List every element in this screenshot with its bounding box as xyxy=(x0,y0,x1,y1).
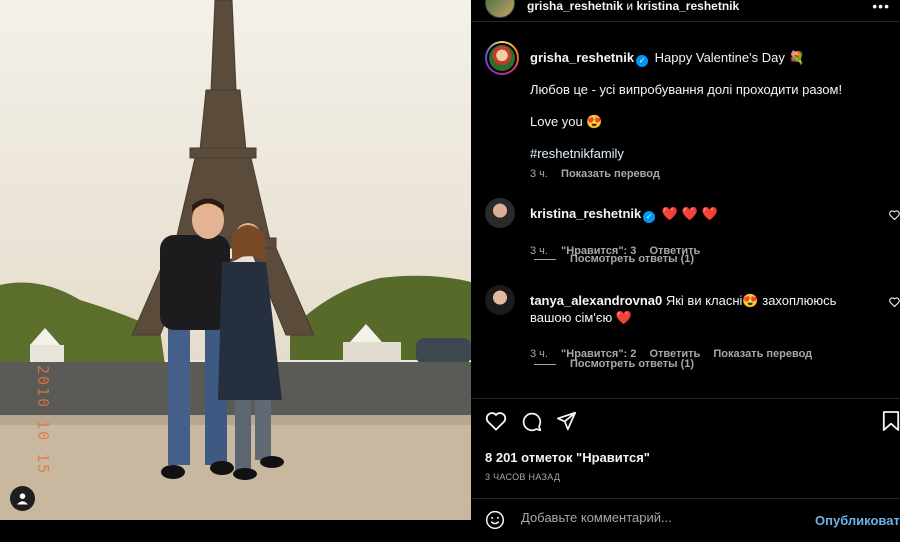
publish-button[interactable]: Опубликовать xyxy=(815,513,900,528)
user-tag-icon xyxy=(16,493,29,505)
view-replies-button[interactable]: Посмотреть ответы (1) xyxy=(534,253,694,265)
post-actions: 8 201 отметок "Нравится" 3 ЧАСОВ НАЗАД О… xyxy=(471,398,900,538)
show-translation-button[interactable]: Показать перевод xyxy=(561,168,660,180)
comment-avatar[interactable] xyxy=(485,285,515,315)
action-icons xyxy=(485,411,577,437)
comment-avatar[interactable] xyxy=(485,198,515,228)
comment-text: ❤️ ❤️ ❤️ xyxy=(661,206,718,221)
caption-meta: 3 ч. Показать перевод xyxy=(530,168,670,180)
post-time-ago[interactable]: 3 ЧАСОВ НАЗАД xyxy=(485,472,560,482)
comment-bubble-icon xyxy=(522,412,542,432)
caption-avatar[interactable] xyxy=(485,41,519,75)
caption-time[interactable]: 3 ч. xyxy=(530,168,548,180)
comment-button[interactable] xyxy=(521,411,542,437)
post-header: grisha_reshetnik и kristina_reshetnik ••… xyxy=(471,0,900,22)
caption-hashtag[interactable]: #reshetnikfamily xyxy=(530,146,624,161)
post-panel: grisha_reshetnik и kristina_reshetnik ••… xyxy=(471,0,900,542)
caption-line-2: Love you 😍 xyxy=(530,114,603,130)
more-horizontal-icon: ••• xyxy=(872,0,890,14)
comment-username[interactable]: tanya_alexandrovna0 xyxy=(530,293,662,308)
add-comment-bar: Опубликовать xyxy=(471,498,900,539)
show-translation-button[interactable]: Показать перевод xyxy=(713,348,812,360)
caption-username[interactable]: grisha_reshetnik xyxy=(530,50,634,65)
caption-line-1: Любов це - усі випробування долі проходи… xyxy=(530,82,843,97)
photo-bottom-bar xyxy=(0,520,471,542)
likes-count[interactable]: 8 201 отметок "Нравится" xyxy=(485,450,650,465)
post-authors[interactable]: grisha_reshetnik и kristina_reshetnik xyxy=(527,0,739,12)
caption-line-2-text: Love you xyxy=(530,114,583,129)
photo-date-stamp: 2010 10 15 xyxy=(34,365,52,475)
emoji-picker-button[interactable] xyxy=(485,510,505,535)
smiley-icon xyxy=(485,510,505,530)
heart-outline-icon xyxy=(889,210,900,221)
eiffel-tower-photo xyxy=(0,0,471,520)
comment-input[interactable] xyxy=(521,510,801,525)
caption-header: grisha_reshetnik ✓ Happy Valentine's Day … xyxy=(530,50,805,67)
header-avatar[interactable] xyxy=(485,0,515,18)
view-replies-button[interactable]: Посмотреть ответы (1) xyxy=(534,358,694,370)
verified-badge-icon: ✓ xyxy=(643,211,656,223)
comment-username[interactable]: kristina_reshetnik xyxy=(530,206,641,221)
verified-badge-icon: ✓ xyxy=(636,55,649,67)
comment-body: kristina_reshetnik ✓ ❤️ ❤️ ❤️ xyxy=(530,205,875,223)
comment-body: tanya_alexandrovna0 Які ви класні😍 захоп… xyxy=(530,292,875,326)
comments-scroll-area[interactable]: grisha_reshetnik ✓ Happy Valentine's Day … xyxy=(471,23,900,397)
bouquet-emoji: 💐 xyxy=(788,50,805,65)
heart-outline-icon xyxy=(889,297,900,308)
post-photo[interactable]: 2010 10 15 xyxy=(0,0,471,520)
bookmark-icon xyxy=(882,411,900,431)
like-comment-button[interactable] xyxy=(889,294,900,312)
save-button[interactable] xyxy=(882,411,900,436)
user-tag-button[interactable] xyxy=(10,486,35,511)
like-comment-button[interactable] xyxy=(889,207,900,225)
more-options-button[interactable]: ••• xyxy=(872,0,890,14)
share-button[interactable] xyxy=(556,411,577,437)
paper-plane-icon xyxy=(556,411,577,431)
like-button[interactable] xyxy=(485,411,507,437)
coauthor-username[interactable]: kristina_reshetnik xyxy=(636,0,739,13)
heart-icon xyxy=(485,412,507,431)
avatar-image xyxy=(489,45,515,71)
author-username[interactable]: grisha_reshetnik xyxy=(527,0,623,13)
caption-title: Happy Valentine's Day xyxy=(654,50,785,65)
authors-conjunction: и xyxy=(626,0,634,13)
heart-eyes-emoji: 😍 xyxy=(586,114,603,129)
